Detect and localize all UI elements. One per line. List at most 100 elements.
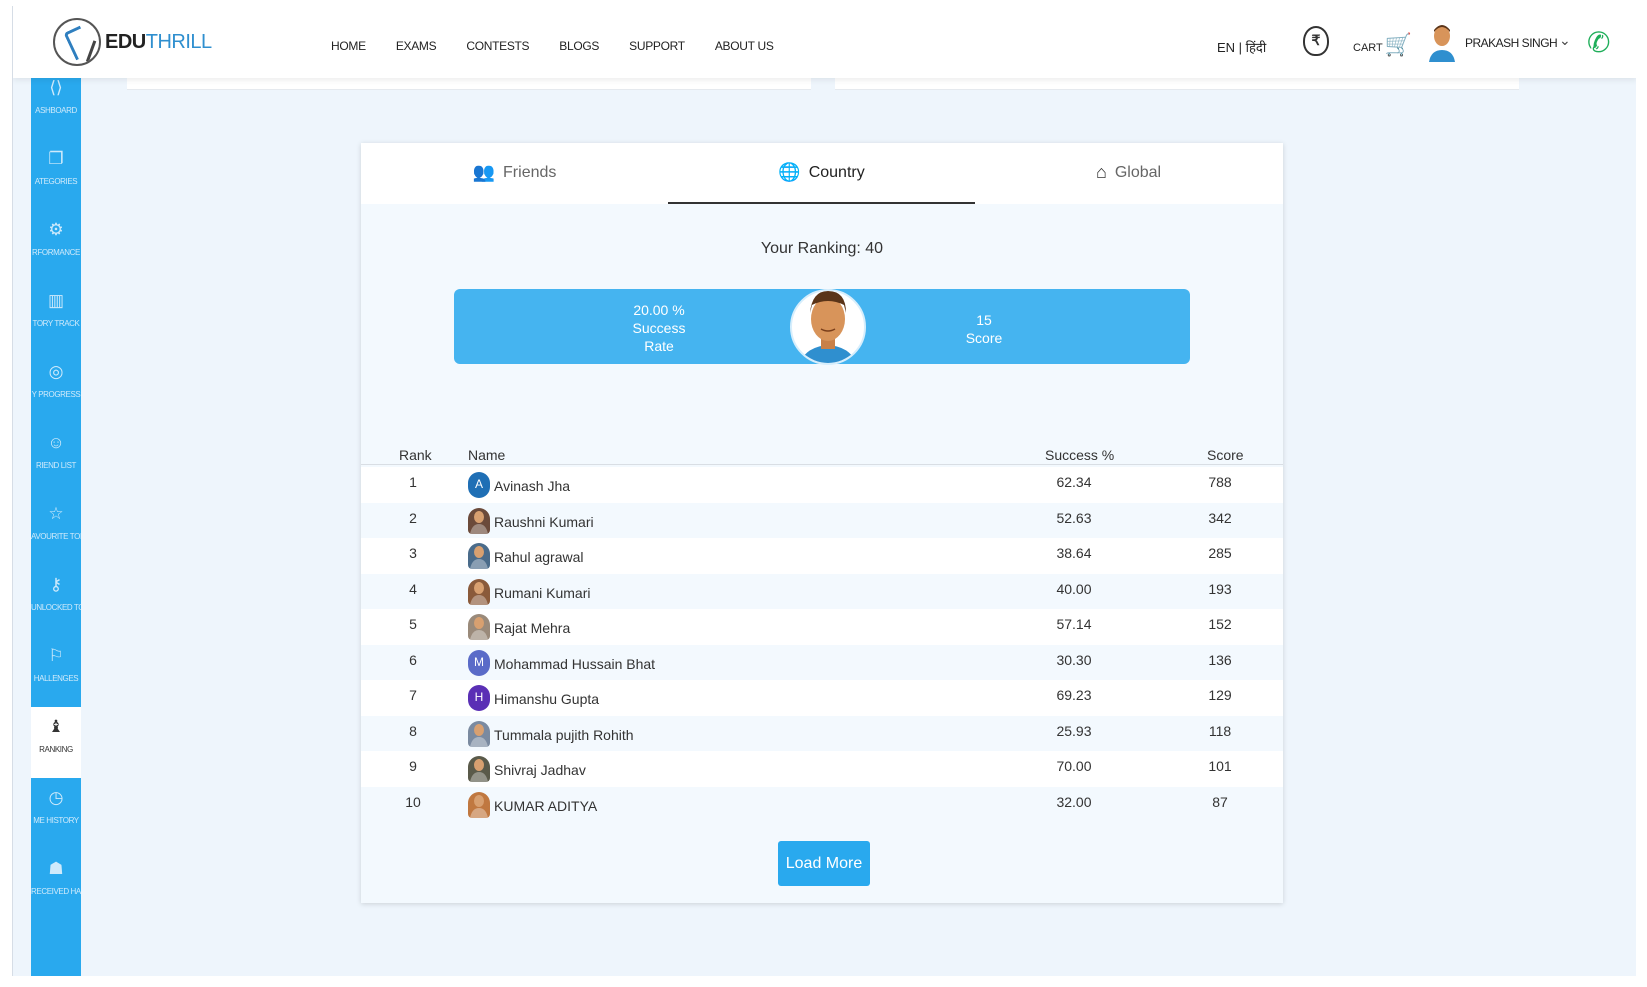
success-rate-value: 20.00 % [633, 302, 685, 318]
nav-exams[interactable]: EXAMS [396, 39, 437, 53]
sidebar-item-label: RANKING [39, 745, 73, 754]
user-name: Raushni Kumari [494, 513, 594, 530]
tab-label: Country [808, 163, 865, 181]
load-more-button[interactable]: Load More [778, 841, 870, 886]
rank-cell: 7 [409, 687, 417, 703]
card-stub-left [127, 78, 811, 90]
performance-icon: ⚙ [48, 220, 64, 239]
profile-avatar [790, 289, 866, 365]
sidebar-item-label: UNLOCKED TOPICS [31, 603, 81, 612]
user-name: Himanshu Gupta [494, 691, 600, 707]
language-switch[interactable]: EN | हिंदी [1217, 38, 1266, 56]
sidebar-item-label: ME HISTORY [33, 816, 79, 825]
rank-cell: 1 [409, 474, 417, 490]
chart-icon: ▥ [47, 291, 65, 310]
success-cell: 70.00 [1056, 758, 1092, 774]
tab-country[interactable]: 🌐 Country [668, 143, 975, 204]
rank-cell: 6 [409, 651, 417, 668]
sidebar-item-me-history[interactable]: ◷ ME HISTORY [31, 778, 81, 849]
table-header: Rank Name Success % Score [361, 443, 1283, 465]
top-navbar: EDUTHRILL HOME EXAMS CONTESTS BLOGS SUPP… [13, 6, 1636, 78]
cart-label: CART [1353, 42, 1383, 54]
table-row[interactable]: 6 M Mohammad Hussain Bhat 30.30 136 [361, 644, 1283, 680]
progress-icon: ◎ [48, 362, 64, 381]
categories-icon: ❐ [48, 149, 64, 168]
rank-cell: 3 [409, 545, 417, 561]
table-row[interactable]: 5 Rajat Mehra 57.14 152 [361, 609, 1283, 645]
score-cell: 136 [1208, 651, 1232, 668]
sidebar-item-ranking[interactable]: ♝ RANKING [31, 707, 81, 778]
avatar [468, 756, 490, 782]
score-cell: 788 [1208, 474, 1232, 490]
sidebar-item-ashboard[interactable]: ⟨⟩ ASHBOARD [31, 68, 81, 139]
table-row[interactable]: 4 Rumani Kumari 40.00 193 [361, 573, 1283, 609]
sidebar-item-unlocked-topics[interactable]: ⚷ UNLOCKED TOPICS [31, 565, 81, 636]
sidebar-item-label: RIEND LIST [35, 461, 76, 470]
avatar: M [468, 649, 490, 676]
globe-icon: 🌐 [778, 162, 801, 182]
tab-friends[interactable]: 👥 Friends [361, 143, 668, 204]
tab-global[interactable]: ⌂ Global [975, 143, 1282, 204]
sidebar-item-rformance[interactable]: ⚙ RFORMANCE [31, 210, 81, 281]
sidebar-item-ategories[interactable]: ❐ ATEGORIES [31, 139, 81, 210]
table-row[interactable]: 3 Rahul agrawal 38.64 285 [361, 538, 1283, 574]
user-name[interactable]: PRAKASH SINGH [1465, 36, 1558, 50]
nav-about-us[interactable]: ABOUT US [715, 39, 774, 53]
chevron-down-icon[interactable]: ⌄ [1559, 32, 1571, 49]
table-row[interactable]: 9 Shivraj Jadhav 70.00 101 [361, 751, 1283, 787]
sidebar-item-avourite-topics[interactable]: ☆ AVOURITE TOPICS [31, 494, 81, 565]
stats-bar: 20.00 % Success Rate 15 Score [454, 289, 1190, 365]
avatar [468, 614, 490, 640]
rank-cell: 4 [409, 580, 417, 597]
table-row[interactable]: 10 KUMAR ADITYA 32.00 87 [361, 786, 1283, 822]
score-stat: 15 Score [944, 311, 1024, 347]
app-frame: EDUTHRILL HOME EXAMS CONTESTS BLOGS SUPP… [12, 6, 1636, 976]
user-name: Tummala pujith Rohith [494, 726, 634, 743]
cart-button[interactable]: CART 🛒 [1353, 34, 1412, 56]
nav-blogs[interactable]: BLOGS [559, 39, 599, 53]
friends-icon: 👥 [472, 162, 496, 182]
table-row[interactable]: 2 Raushni Kumari 52.63 342 [361, 502, 1283, 538]
sidebar-item-label: HALLENGES [33, 674, 79, 683]
sidebar-item-label: RFORMANCE [32, 248, 80, 257]
sidebar-item-hallenges[interactable]: ⚐ HALLENGES [31, 636, 81, 707]
coin-icon[interactable]: ₹ [1303, 26, 1329, 56]
score-cell: 118 [1208, 722, 1232, 739]
success-cell: 32.00 [1056, 793, 1092, 810]
sidebar-item-label: ASHBOARD [35, 106, 77, 115]
avatar [468, 543, 490, 569]
success-cell: 30.30 [1056, 651, 1092, 668]
score-cell: 193 [1208, 580, 1232, 597]
table-row[interactable]: 8 Tummala pujith Rohith 25.93 118 [361, 715, 1283, 751]
brand-name-bold: EDU [105, 30, 146, 53]
nav-support[interactable]: SUPPORT [629, 39, 685, 53]
sidebar-item-riend-list[interactable]: ☺ RIEND LIST [31, 423, 81, 494]
sidebar: ⟨⟩ ASHBOARD ❐ ATEGORIES ⚙ RFORMANCE ▥ TORY TRAC… [31, 78, 81, 976]
logo[interactable]: EDUTHRILL [53, 18, 212, 66]
table-row[interactable]: 7 H Himanshu Gupta 69.23 129 [361, 680, 1283, 716]
main-nav: HOME EXAMS CONTESTS BLOGS SUPPORT ABOUT … [331, 39, 804, 53]
user-name: Rahul agrawal [494, 549, 584, 565]
phone-call-icon[interactable]: ✆ [1587, 26, 1610, 59]
user-avatar[interactable] [1427, 22, 1457, 62]
table-row[interactable]: 1 A Avinash Jha 62.34 788 [361, 467, 1283, 503]
user-name: KUMAR ADITYA [494, 797, 598, 814]
sidebar-item-y-progress[interactable]: ◎ Y PROGRESS [31, 352, 81, 423]
dashboard-icon: ⟨⟩ [49, 78, 63, 97]
your-ranking: Your Ranking: 40 [760, 240, 884, 257]
score-cell: 342 [1208, 509, 1232, 526]
sidebar-item-tory-track[interactable]: ▥ TORY TRACK [31, 281, 81, 352]
star-icon: ☆ [48, 504, 64, 523]
friends-icon: ☺ [47, 433, 65, 452]
sidebar-item-received-hallenges[interactable]: ☗ RECEIVED HALLENGES [31, 849, 81, 920]
nav-contests[interactable]: CONTESTS [466, 39, 529, 53]
success-cell: 38.64 [1056, 545, 1092, 561]
building-icon: ⌂ [1095, 162, 1107, 182]
avatar: H [468, 685, 490, 711]
success-cell: 69.23 [1056, 687, 1092, 703]
unlock-icon: ⚷ [49, 575, 63, 594]
nav-home[interactable]: HOME [331, 39, 366, 53]
success-cell: 62.34 [1056, 474, 1092, 490]
avatar [468, 578, 490, 605]
leaderboard-card: 👥 Friends 🌐 Country ⌂ Global Your Rankin… [361, 143, 1283, 903]
